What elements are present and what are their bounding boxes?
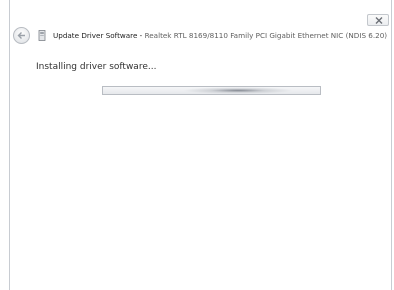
driver-update-window: Update Driver Software - Realtek RTL 816…: [0, 0, 394, 290]
title-text: Update Driver Software -: [53, 31, 145, 40]
window-border-right: [391, 0, 392, 290]
status-text: Installing driver software...: [36, 62, 157, 72]
progress-bar: [102, 86, 321, 95]
device-name: Realtek RTL 8169/8110 Family PCI Gigabit…: [144, 31, 388, 40]
progress-marquee: [183, 87, 293, 94]
back-arrow-icon: [17, 32, 25, 39]
window-title: Update Driver Software - Realtek RTL 816…: [53, 30, 387, 42]
back-button[interactable]: [13, 27, 30, 44]
network-adapter-icon: [38, 30, 46, 41]
close-icon: [375, 17, 383, 24]
close-button[interactable]: [367, 14, 389, 26]
